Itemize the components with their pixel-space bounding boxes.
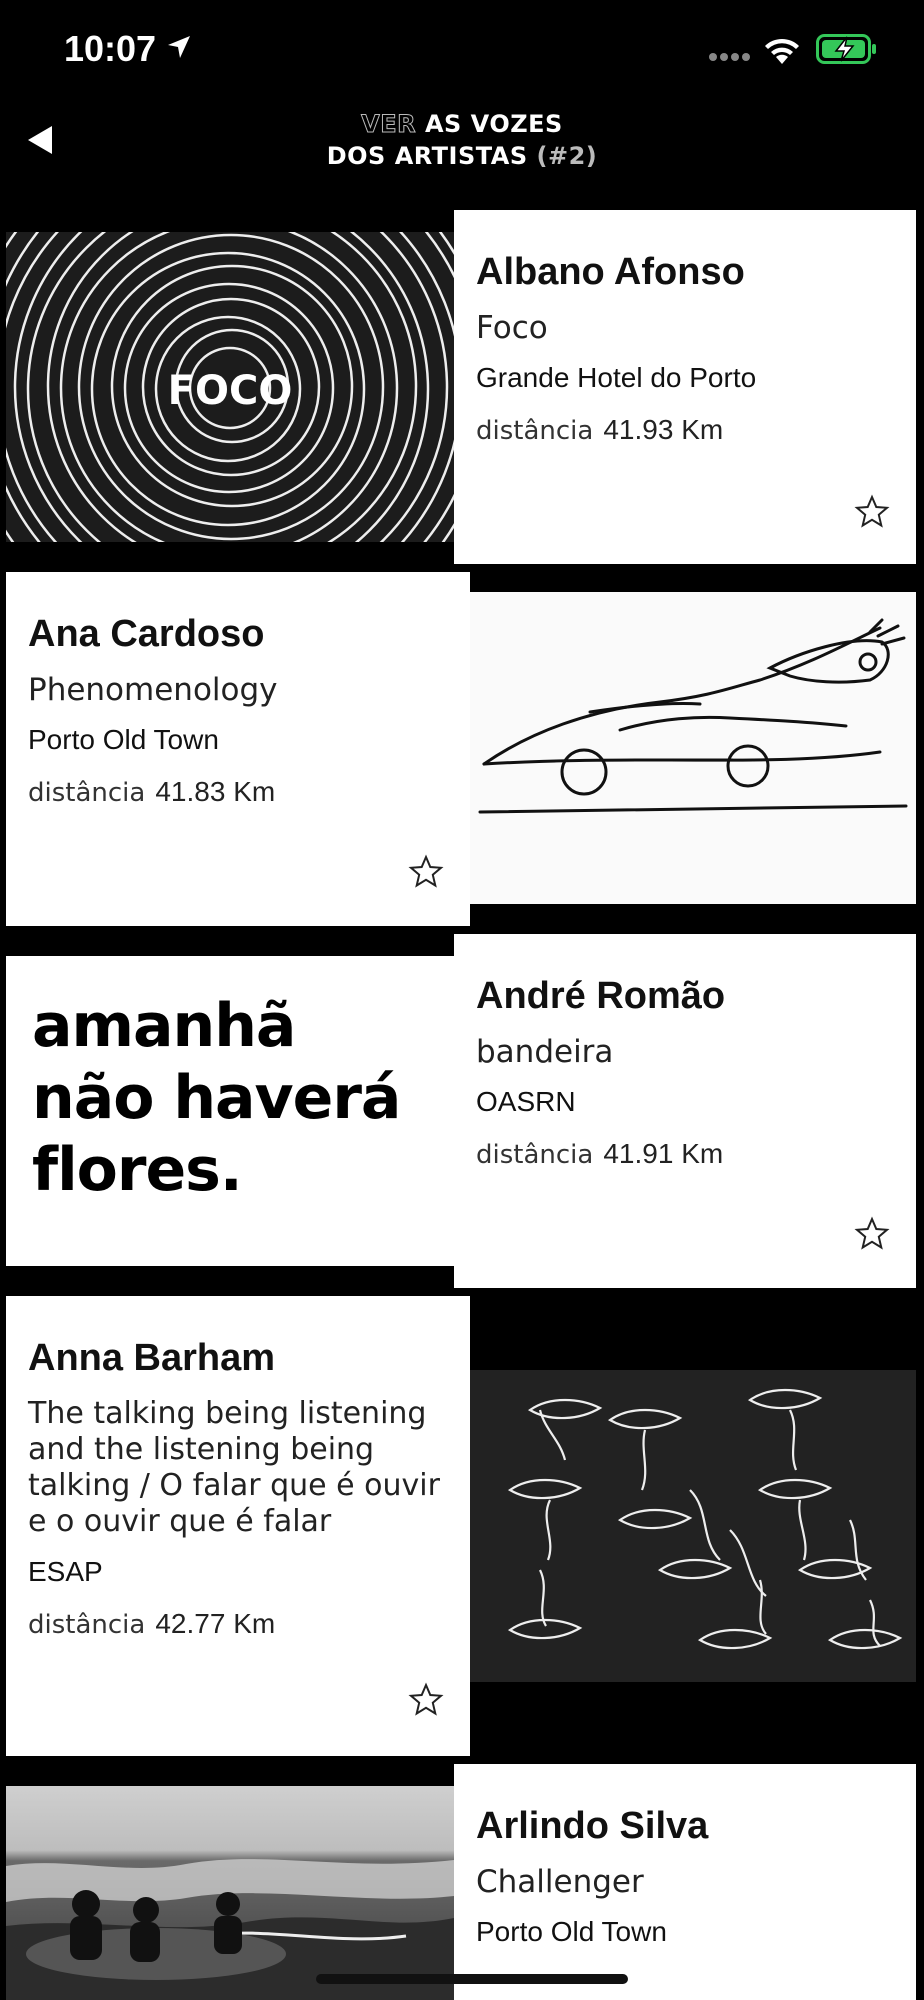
artist-info-panel[interactable]: Ana Cardoso Phenomenology Porto Old Town… (6, 572, 470, 926)
artist-name: Ana Cardoso (28, 613, 265, 655)
venue-name: Porto Old Town (476, 1916, 667, 1947)
work-title: Challenger (476, 1864, 644, 1900)
wifi-icon (765, 38, 799, 64)
poster-line: amanhã (32, 991, 296, 1061)
venue-name: OASRN (476, 1086, 576, 1117)
poster-line: não haverá (32, 1063, 401, 1133)
title-dim-part: VER (361, 110, 417, 139)
distance-value: 41.93 Km (603, 414, 724, 445)
poster-line: flores. (32, 1135, 243, 1205)
artwork-image-lips-drawing (470, 1370, 916, 1682)
artist-name: Albano Afonso (476, 251, 745, 293)
artist-info-panel[interactable]: Albano Afonso Foco Grande Hotel do Porto… (454, 210, 916, 564)
title-line1: AS VOZES (416, 110, 563, 138)
distance-label: distância (476, 1140, 594, 1170)
work-title: The talking being listening and the list… (28, 1396, 440, 1539)
work-title: bandeira (476, 1034, 614, 1070)
star-outline-icon[interactable] (854, 494, 890, 530)
artist-info-panel[interactable]: André Romão bandeira OASRN distância 41.9… (454, 934, 916, 1288)
work-title: Foco (476, 310, 548, 346)
artist-info-panel[interactable]: Arlindo Silva Challenger Porto Old Town (454, 1764, 916, 2000)
status-time: 10:07 (64, 28, 157, 69)
back-button[interactable] (20, 116, 68, 164)
home-indicator (316, 1974, 628, 1984)
artwork-image-sea-photo (6, 1786, 454, 2000)
status-bar: 10:07 (0, 0, 924, 100)
distance: distância 42.77 Km (28, 1606, 452, 1643)
star-outline-icon[interactable] (408, 854, 444, 890)
distance: distância 41.83 Km (28, 774, 452, 811)
distance-label: distância (28, 778, 146, 808)
location-arrow-icon (168, 36, 190, 58)
star-outline-icon[interactable] (854, 1216, 890, 1252)
venue-name: Grande Hotel do Porto (476, 362, 757, 393)
artwork-image-foco: FOCO (6, 232, 454, 542)
foco-image-text: FOCO (168, 368, 293, 414)
distance-label: distância (476, 416, 594, 446)
title-line2: DOS ARTISTAS (326, 142, 528, 170)
work-title: Phenomenology (28, 672, 278, 708)
page-title: VER AS VOZES DOS ARTISTAS (#2) (262, 108, 662, 172)
distance-value: 41.91 Km (603, 1138, 724, 1169)
venue-name: ESAP (28, 1556, 103, 1587)
artist-name: Anna Barham (28, 1337, 276, 1379)
artist-info-panel[interactable]: Anna Barham The talking being listening … (6, 1296, 470, 1756)
battery-charging-icon (816, 34, 876, 64)
poster-text: amanhã não haverá flores. (32, 990, 401, 1206)
artwork-image-car-drawing (470, 592, 916, 904)
artist-name: Arlindo Silva (476, 1805, 709, 1847)
distance: distância 41.93 Km (476, 412, 898, 449)
signal-icon (709, 53, 750, 61)
star-outline-icon[interactable] (408, 1682, 444, 1718)
venue-name: Porto Old Town (28, 724, 219, 755)
distance: distância 41.91 Km (476, 1136, 898, 1173)
artist-name: André Romão (476, 975, 726, 1017)
distance-value: 41.83 Km (155, 776, 276, 807)
distance-label: distância (28, 1610, 146, 1640)
distance-value: 42.77 Km (155, 1608, 276, 1639)
artwork-image-flores: amanhã não haverá flores. (6, 956, 454, 1266)
title-tag: (#2) (527, 142, 598, 170)
